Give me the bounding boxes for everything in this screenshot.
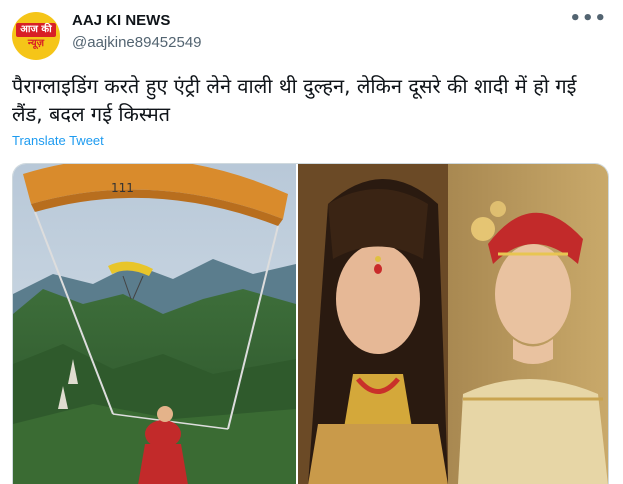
account-handle[interactable]: @aajkine89452549 xyxy=(72,34,202,51)
avatar[interactable]: आज की न्यूज़ xyxy=(12,12,60,60)
svg-text:111: 111 xyxy=(111,181,134,195)
avatar-logo-top: आज की xyxy=(16,22,56,37)
more-options-icon[interactable]: ••• xyxy=(569,8,607,29)
tweet-media[interactable]: 111 xyxy=(12,163,609,484)
wedding-photo[interactable] xyxy=(296,164,608,484)
tweet-text: पैराग्लाइडिंग करते हुए एंट्री लेने वाली … xyxy=(12,74,577,126)
account-name[interactable]: AAJ KI NEWS xyxy=(72,12,170,29)
bride-groom-image xyxy=(298,164,608,484)
paraglider-photo[interactable]: 111 xyxy=(13,164,296,484)
paraglider-scene-image: 111 xyxy=(13,164,296,484)
avatar-logo-bottom: न्यूज़ xyxy=(27,37,45,49)
translate-tweet-link[interactable]: Translate Tweet xyxy=(12,133,104,148)
tweet-card: आज की न्यूज़ AAJ KI NEWS @aajkine8945254… xyxy=(0,0,623,484)
